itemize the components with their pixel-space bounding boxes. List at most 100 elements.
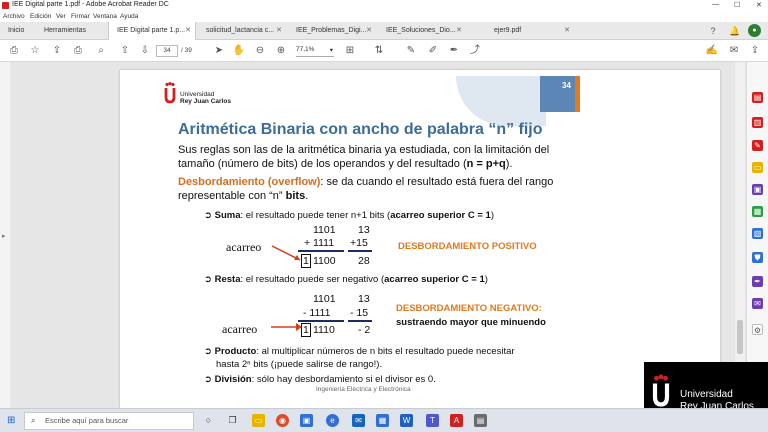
tab-doc-1-label: IEE Digital parte 1.p... (117, 27, 186, 34)
envelope-icon[interactable]: ✉ (727, 44, 741, 58)
suma-label: Suma (214, 210, 241, 221)
tab-doc-2[interactable]: solicitud_lactancia c... ✕ (198, 22, 286, 40)
windows-start-icon[interactable]: ⊞ (7, 415, 15, 426)
sign-icon[interactable]: ✒ (447, 44, 461, 58)
close-tab-icon[interactable]: ✕ (366, 22, 372, 40)
close-window-button[interactable]: ✕ (756, 1, 762, 9)
select-cursor-icon[interactable]: ➤ (212, 44, 226, 58)
header-curve (456, 76, 546, 126)
zoom-select[interactable]: 77,1% ▾ (296, 46, 334, 57)
combine-files-icon[interactable]: ▣ (752, 184, 763, 195)
vertical-scrollbar[interactable] (735, 62, 745, 408)
help-icon[interactable]: ? (706, 24, 720, 38)
resta-result: 1110 (313, 324, 335, 336)
request-signature-icon[interactable]: ✉ (752, 298, 763, 309)
suma-dec-b: +15 (350, 237, 368, 249)
menu-ver[interactable]: Ver (56, 13, 66, 20)
watermark-line-1: Universidad (680, 389, 733, 400)
suma-dec-result: 28 (358, 255, 370, 267)
chrome-icon[interactable]: ◉ (276, 414, 289, 427)
comment-tool-icon[interactable]: ▭ (752, 162, 763, 173)
mail-icon[interactable]: ✉ (352, 414, 365, 427)
teams-icon[interactable]: T (426, 414, 439, 427)
tab-doc-3[interactable]: IEE_Problemas_Digi... ✕ (288, 22, 376, 40)
tab-doc-5[interactable]: ejer9.pdf ✕ (486, 22, 574, 40)
fill-sign-icon[interactable]: ⤴ (468, 44, 482, 58)
bookmark-icon[interactable]: ☆ (28, 44, 42, 58)
pen-tool-icon[interactable]: ✍ (705, 44, 719, 58)
page-up-icon[interactable]: ⇧ (118, 44, 132, 58)
intro-line-2: tamaño (número de bits) de los operandos… (178, 158, 512, 170)
producto-bullet: ➲ Producto: al multiplicar números de n … (204, 346, 515, 357)
calendar-icon[interactable]: ▦ (376, 414, 389, 427)
menu-bar: Archivo Edición Ver Firmar Ventana Ayuda (0, 11, 768, 22)
highlight-icon[interactable]: ✐ (426, 44, 440, 58)
app-icon[interactable]: ▤ (474, 414, 487, 427)
menu-ayuda[interactable]: Ayuda (120, 13, 138, 20)
cortana-icon[interactable]: ○ (202, 414, 215, 427)
store-icon[interactable]: ▣ (300, 414, 313, 427)
tab-tools[interactable]: Herramientas (36, 22, 106, 40)
tab-doc-4[interactable]: IEE_Soluciones_Dio... ✕ (378, 22, 466, 40)
file-explorer-icon[interactable]: ▭ (252, 414, 265, 427)
protect-icon[interactable]: ⛊ (752, 252, 763, 263)
save-icon[interactable]: ⎙ (7, 44, 21, 58)
maximize-button[interactable]: ☐ (734, 1, 740, 9)
page-total: / 39 (181, 47, 192, 54)
print-icon[interactable]: ⎙ (71, 44, 85, 58)
zoom-in-icon[interactable]: ⊕ (274, 44, 288, 58)
edge-icon[interactable]: e (326, 414, 339, 427)
profile-avatar[interactable]: ● (748, 24, 761, 37)
producto-text: : al multiplicar números de n bits el re… (256, 346, 515, 357)
negative-overflow-label: DESBORDAMIENTO NEGATIVO: (396, 303, 542, 314)
hand-tool-icon[interactable]: ✋ (232, 44, 246, 58)
compress-icon[interactable]: ▧ (752, 228, 763, 239)
resta-bullet: ➲ Resta: el resultado puede ser negativo… (204, 274, 488, 285)
close-tab-icon[interactable]: ✕ (564, 22, 570, 40)
close-tab-icon[interactable]: ✕ (456, 22, 462, 40)
scrollbar-thumb[interactable] (737, 320, 743, 354)
scroll-mode-icon[interactable]: ⇅ (372, 44, 386, 58)
close-tab-icon[interactable]: ✕ (276, 22, 282, 40)
menu-firmar[interactable]: Firmar (71, 13, 90, 20)
university-name: Universidad Rey Juan Carlos (180, 91, 231, 105)
division-label: División (214, 374, 252, 385)
suma-operand-b: + 1111 (304, 237, 335, 249)
close-tab-icon[interactable]: ✕ (185, 22, 191, 40)
menu-ventana[interactable]: Ventana (93, 13, 117, 20)
left-nav-strip[interactable]: ▸ (0, 62, 10, 408)
comment-icon[interactable]: ✎ (404, 44, 418, 58)
chevron-right-icon[interactable]: ▸ (2, 232, 6, 240)
zoom-out-icon[interactable]: ⊖ (253, 44, 267, 58)
tab-home-label: Inicio (8, 27, 25, 34)
pdf-page: 34 Universidad Rey Juan Carlos Aritmétic… (120, 70, 720, 408)
suma-end: ) (490, 210, 494, 221)
menu-edicion[interactable]: Edición (30, 13, 51, 20)
page-number-input[interactable]: 34 (156, 45, 178, 57)
minimize-button[interactable]: — (712, 1, 719, 8)
share-icon[interactable]: ⇪ (748, 44, 762, 58)
slide-title: Aritmética Binaria con ancho de palabra … (178, 121, 543, 138)
task-view-icon[interactable]: ❐ (226, 414, 239, 427)
word-icon[interactable]: W (400, 414, 413, 427)
university-line-2: Rey Juan Carlos (180, 98, 231, 105)
slide-footer: Ingeniería Eléctrica y Electrónica (316, 386, 411, 393)
tab-doc-1[interactable]: IEE Digital parte 1.p... ✕ (108, 22, 196, 40)
organize-pages-icon[interactable]: ▦ (752, 206, 763, 217)
acrobat-taskbar-icon[interactable]: A (450, 414, 463, 427)
resta-operand-b: - 1111 (303, 307, 331, 319)
notifications-icon[interactable]: 🔔 (728, 24, 742, 38)
page-down-icon[interactable]: ⇩ (138, 44, 152, 58)
edit-pdf-icon[interactable]: ✎ (752, 140, 763, 151)
upload-icon[interactable]: ⇪ (50, 44, 64, 58)
export-pdf-icon[interactable]: ▥ (752, 117, 763, 128)
fill-sign-tool-icon[interactable]: ✒ (752, 276, 763, 287)
create-pdf-icon[interactable]: ▤ (752, 92, 763, 103)
fit-page-icon[interactable]: ⊞ (343, 44, 357, 58)
search-icon[interactable]: ⌕ (94, 44, 108, 58)
more-tools-icon[interactable]: ⚙ (752, 324, 763, 335)
taskbar-search-input[interactable]: ⌕ Escribe aquí para buscar (24, 412, 194, 430)
acarreo-label-2: acarreo (222, 322, 258, 336)
tab-home[interactable]: Inicio (0, 22, 36, 40)
menu-archivo[interactable]: Archivo (3, 13, 25, 20)
